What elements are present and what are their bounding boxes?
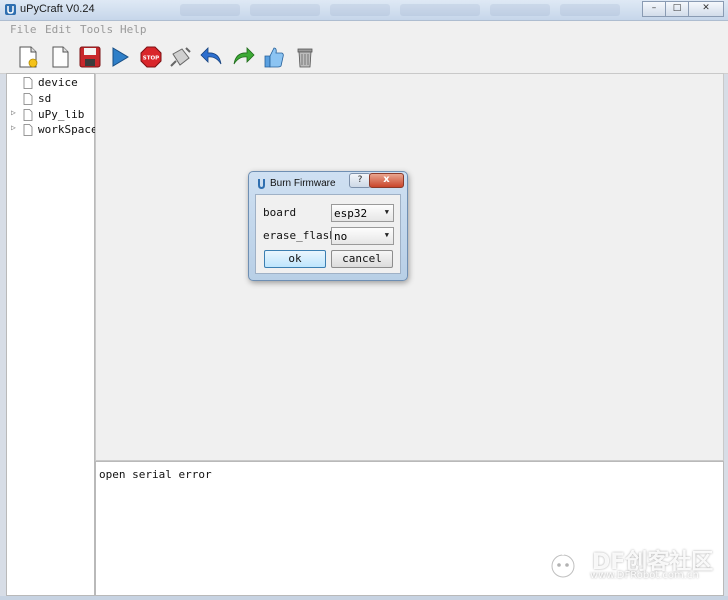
dialog-title: Burn Firmware (270, 178, 336, 189)
close-button[interactable]: ✕ (688, 1, 724, 17)
connect-icon (170, 47, 191, 67)
ok-button[interactable]: ok (264, 250, 326, 268)
tree-item-sd[interactable]: sd (7, 91, 94, 107)
trash-icon (297, 48, 313, 68)
stop-button[interactable]: STOP (138, 44, 164, 70)
save-button[interactable] (77, 44, 103, 70)
file-icon (23, 124, 33, 136)
tree-item-label: uPy_lib (38, 108, 85, 121)
file-icon (23, 77, 33, 89)
toolbar: STOP (0, 39, 728, 74)
redo-button[interactable] (230, 44, 256, 70)
stop-icon: STOP (140, 46, 162, 68)
tree-item-workspace[interactable]: ▷ workSpace (7, 122, 98, 138)
file-icon (23, 109, 33, 121)
background-tab-ghost (560, 4, 620, 16)
window-title: uPyCraft V0.24 (20, 3, 95, 15)
open-file-icon (52, 46, 69, 68)
run-button[interactable] (107, 44, 133, 70)
watermark-url: www.DFRobot.com.cn (590, 570, 699, 581)
menu-tools[interactable]: Tools (80, 23, 113, 36)
title-bar[interactable]: uPyCraft V0.24 – □ ✕ (0, 0, 728, 21)
new-file-button[interactable] (15, 44, 41, 70)
background-tab-ghost (250, 4, 320, 16)
board-label: board (263, 206, 297, 219)
menu-file[interactable]: File (10, 23, 37, 36)
expand-arrow-icon[interactable]: ▷ (11, 108, 19, 120)
file-icon (23, 93, 33, 105)
background-tab-ghost (330, 4, 390, 16)
menu-bar: File Edit Tools Help (0, 21, 728, 39)
upycraft-dialog-icon (258, 179, 265, 189)
connect-button[interactable] (168, 44, 194, 70)
open-file-button[interactable] (47, 44, 73, 70)
cancel-button[interactable]: cancel (331, 250, 393, 268)
clear-button[interactable] (292, 44, 318, 70)
tree-item-label: device (38, 76, 78, 89)
undo-button[interactable] (199, 44, 225, 70)
dialog-close-button[interactable]: x (369, 173, 404, 188)
minimize-button[interactable]: – (642, 1, 666, 17)
file-tree: device sd ▷ uPy_lib ▷ workSpace (6, 73, 98, 596)
erase-flash-label: erase_flash (263, 229, 336, 242)
chevron-down-icon: ▼ (384, 208, 389, 216)
thumbs-up-icon (264, 47, 284, 68)
undo-icon (200, 47, 222, 65)
erase-flash-select-value: no (334, 230, 348, 243)
redo-icon (233, 47, 255, 65)
window-controls: – □ ✕ (642, 1, 724, 17)
dfrobot-logo-icon (546, 546, 580, 578)
upycraft-app-icon (5, 4, 16, 15)
tree-item-device[interactable]: device (7, 75, 94, 91)
maximize-button[interactable]: □ (665, 1, 689, 17)
background-tab-ghost (180, 4, 240, 16)
app-window: uPyCraft V0.24 – □ ✕ File Edit Tools Hel… (0, 0, 728, 600)
svg-text:STOP: STOP (143, 56, 159, 62)
menu-help[interactable]: Help (120, 23, 147, 36)
burn-firmware-dialog: Burn Firmware ? x board esp32 ▼ erase_fl… (248, 171, 408, 281)
watermark: DF创客社区 www.DFRobot.com.cn (540, 540, 728, 588)
background-tab-ghost (490, 4, 550, 16)
dialog-body: board esp32 ▼ erase_flash no ▼ ok cancel (255, 194, 401, 274)
erase-flash-select[interactable]: no ▼ (331, 227, 394, 245)
tree-item-label: sd (38, 92, 52, 105)
tree-item-upy-lib[interactable]: ▷ uPy_lib (7, 107, 94, 123)
window-bottom-edge (0, 596, 728, 600)
dialog-help-button[interactable]: ? (349, 173, 371, 188)
menu-edit[interactable]: Edit (45, 23, 72, 36)
new-file-icon (19, 46, 38, 68)
editor-area[interactable] (95, 73, 724, 461)
expand-arrow-icon[interactable]: ▷ (11, 123, 19, 135)
background-tab-ghost (400, 4, 480, 16)
sync-button[interactable] (261, 44, 287, 70)
board-select-value: esp32 (334, 207, 368, 220)
chevron-down-icon: ▼ (384, 231, 389, 239)
run-icon (112, 47, 129, 67)
save-icon (79, 46, 101, 68)
terminal-output: open serial error (99, 468, 212, 481)
tree-item-label: workSpace (38, 123, 98, 136)
board-select[interactable]: esp32 ▼ (331, 204, 394, 222)
